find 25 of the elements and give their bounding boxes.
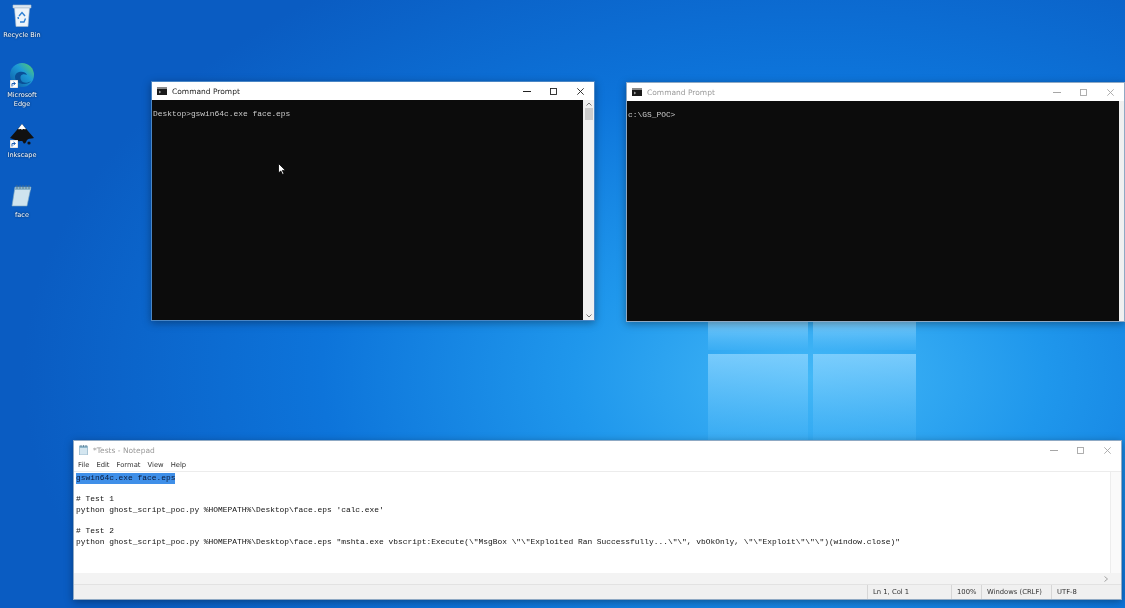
vertical-scrollbar[interactable] (583, 100, 594, 320)
notepad-icon[interactable] (11, 183, 33, 207)
vertical-scrollbar[interactable] (1110, 472, 1121, 573)
close-icon (577, 87, 584, 95)
mouse-pointer-icon (278, 163, 286, 175)
console-icon (157, 87, 167, 95)
swirl-icon[interactable] (10, 63, 34, 87)
maximize-icon (550, 87, 557, 95)
up-chevron-icon[interactable] (585, 102, 592, 106)
vertical-scrollbar[interactable] (1119, 101, 1124, 321)
recycle-bin-icon[interactable] (12, 3, 32, 27)
close-icon (1104, 446, 1111, 454)
down-chevron-icon[interactable] (585, 314, 592, 318)
right-chevron-icon[interactable] (1104, 575, 1108, 582)
notepad-icon (79, 445, 88, 455)
console-icon (632, 88, 642, 96)
maximize-icon (1080, 88, 1087, 96)
minimize-icon (1049, 449, 1058, 451)
horizontal-scrollbar[interactable] (74, 573, 1121, 584)
minimize-icon (522, 90, 531, 92)
mountain-icon[interactable] (9, 123, 35, 147)
close-icon (1107, 88, 1114, 96)
minimize-icon (1052, 91, 1061, 93)
maximize-icon (1077, 446, 1084, 454)
scrollbar-thumb[interactable] (584, 108, 593, 120)
